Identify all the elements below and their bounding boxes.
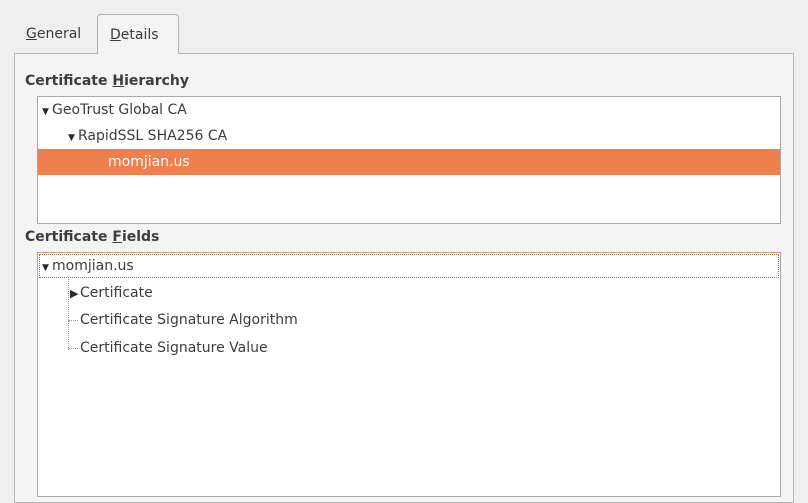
field-row-certificate[interactable]: ▶ Certificate — [38, 280, 780, 306]
tab-general[interactable]: General — [14, 14, 96, 54]
expanded-arrow-icon[interactable]: ▼ — [68, 125, 78, 151]
certificate-hierarchy-tree[interactable]: ▼ GeoTrust Global CA ▼ RapidSSL SHA256 CA … — [37, 96, 781, 224]
tree-row-momjian-selected[interactable]: momjian.us — [38, 149, 780, 175]
tree-row-rapidssl[interactable]: ▼ RapidSSL SHA256 CA — [38, 123, 780, 149]
fields-title: Certificate Fields — [25, 229, 160, 245]
collapsed-arrow-icon[interactable]: ▶ — [70, 281, 80, 307]
hierarchy-title: Certificate Hierarchy — [25, 73, 190, 89]
expanded-arrow-icon[interactable]: ▼ — [42, 99, 52, 125]
certificate-fields-tree[interactable]: ▼ momjian.us ▶ Certificate Certificate Sig… — [37, 252, 781, 497]
field-row-root[interactable]: ▼ momjian.us — [38, 253, 780, 279]
field-row-signature-algorithm[interactable]: Certificate Signature Algorithm — [38, 307, 780, 333]
expanded-arrow-icon[interactable]: ▼ — [42, 255, 52, 281]
tree-row-geotrust[interactable]: ▼ GeoTrust Global CA — [38, 97, 780, 123]
tab-details[interactable]: Details — [97, 14, 179, 54]
field-row-signature-value[interactable]: Certificate Signature Value — [38, 335, 780, 361]
